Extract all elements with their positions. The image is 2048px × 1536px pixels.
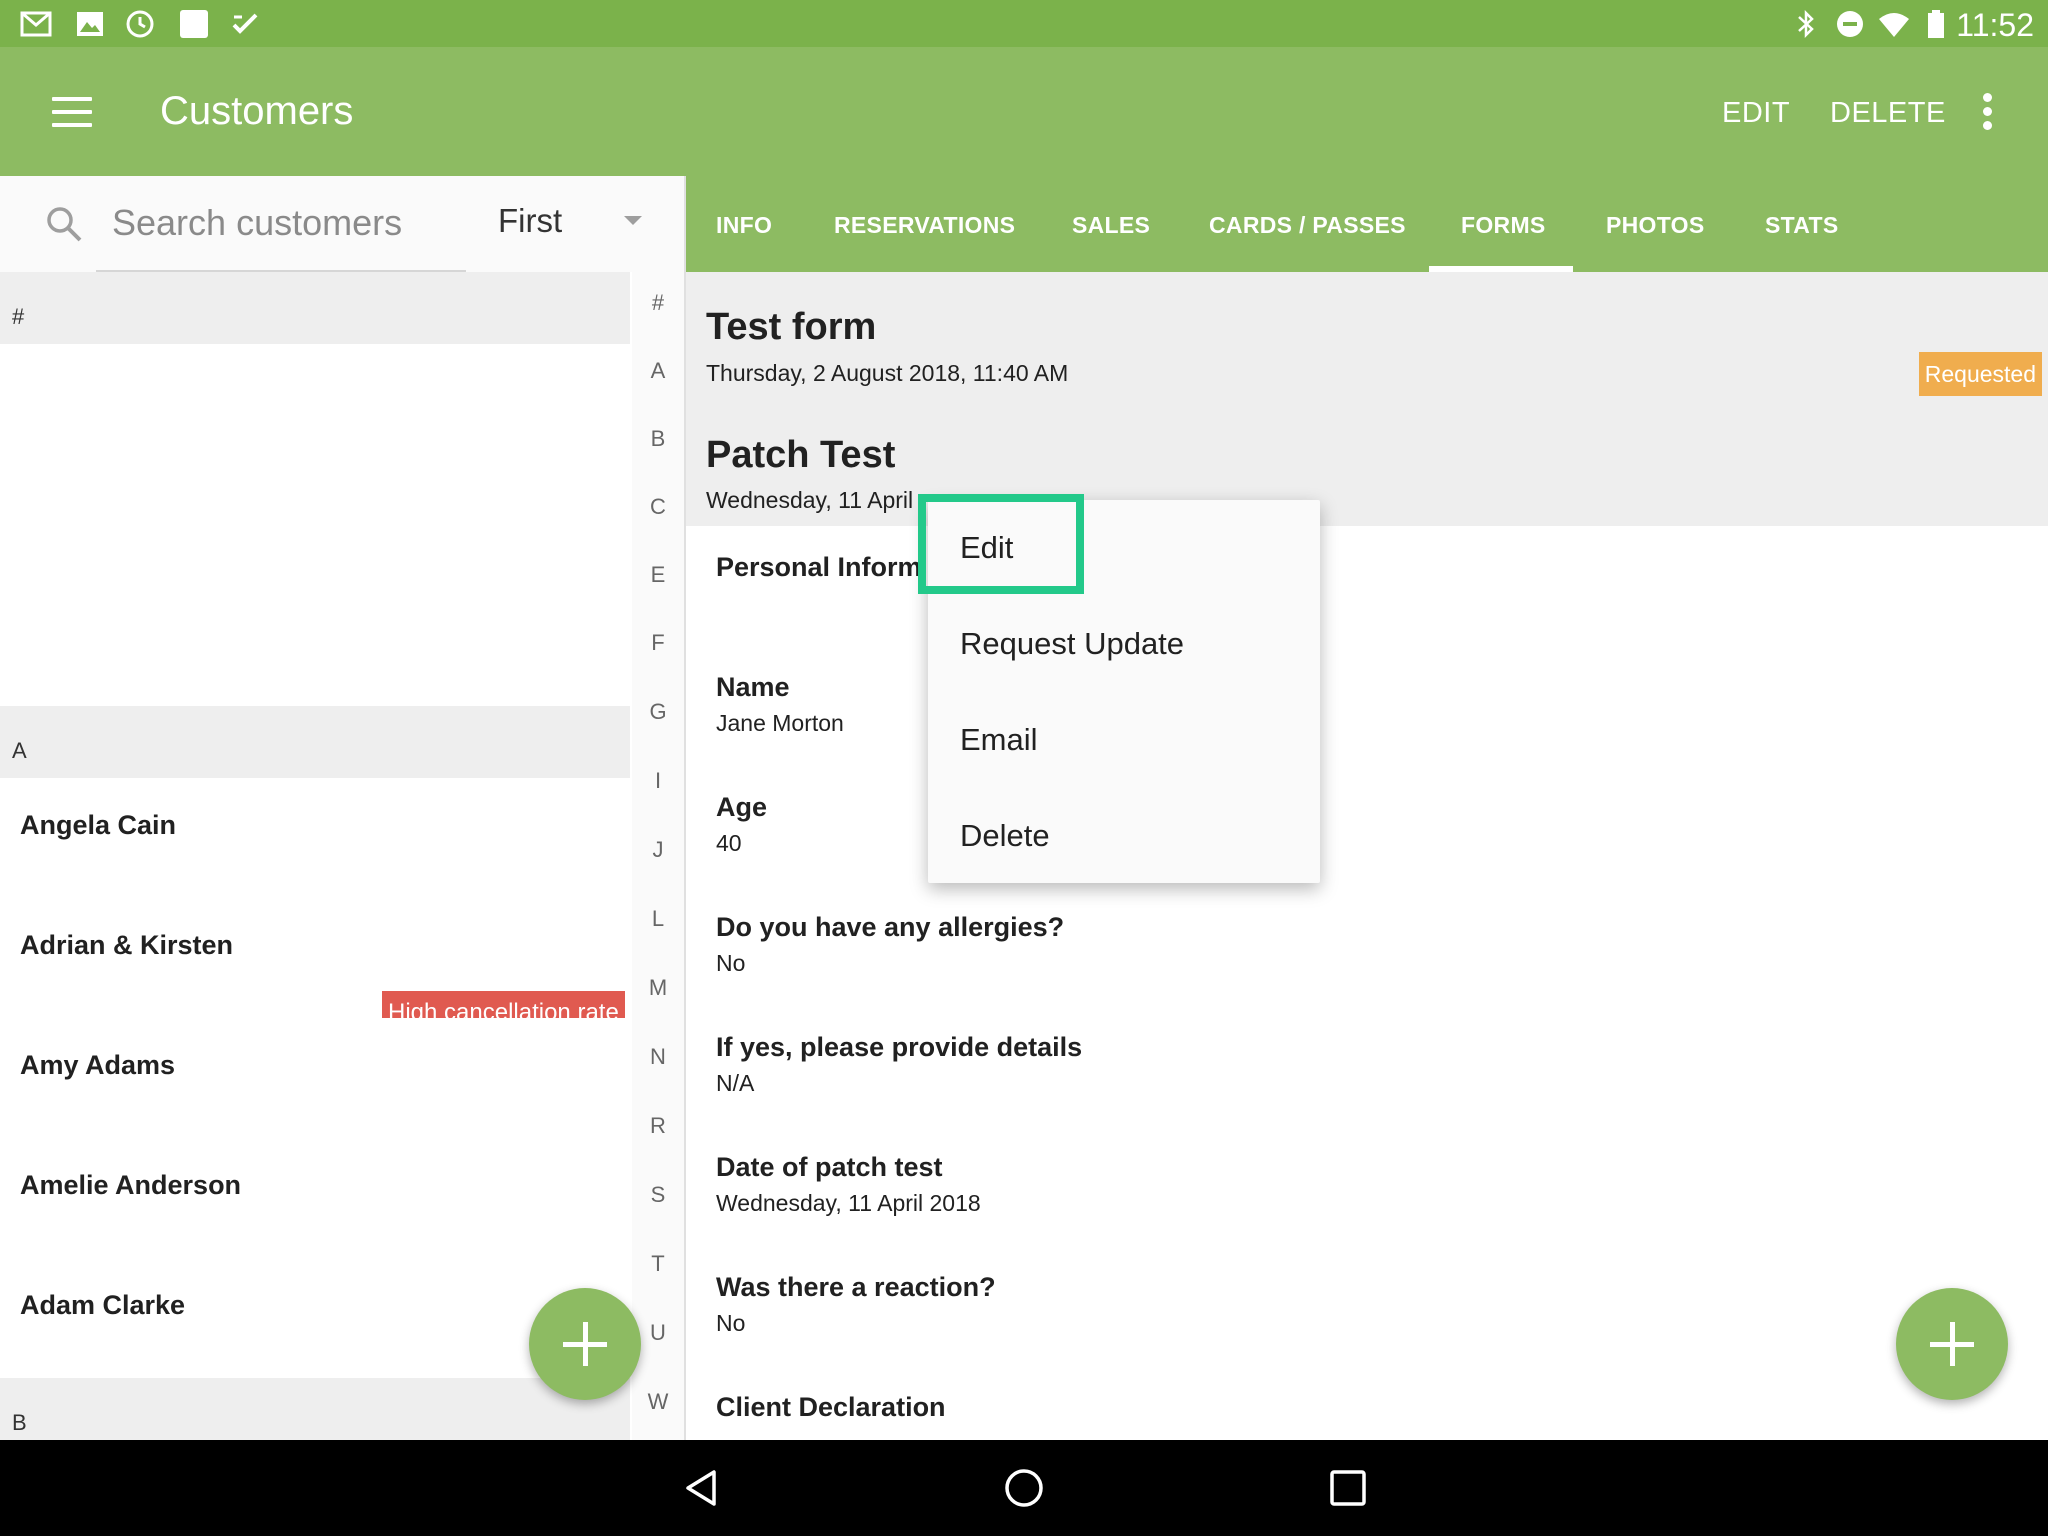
chevron-down-icon [624, 216, 642, 225]
tab-cards-passes[interactable]: CARDS / PASSES [1209, 212, 1406, 239]
alphabet-index[interactable]: # A B C E F G I J L M N R S T U W [632, 272, 684, 1440]
index-letter[interactable]: A [632, 358, 684, 384]
index-letter[interactable]: F [632, 630, 684, 656]
do-not-disturb-icon [1837, 11, 1863, 37]
tab-photos[interactable]: PHOTOS [1606, 212, 1705, 239]
tab-sales[interactable]: SALES [1072, 212, 1150, 239]
clock-icon [126, 10, 154, 38]
overflow-menu-icon[interactable] [1980, 93, 1994, 131]
menu-item-delete[interactable]: Delete [960, 818, 1050, 854]
menu-icon[interactable] [52, 97, 92, 127]
highlight-box [918, 494, 1084, 594]
sort-dropdown[interactable]: First [480, 200, 650, 248]
field-value: No [716, 1310, 746, 1336]
form-title: Patch Test [706, 434, 896, 476]
page-title: Customers [160, 89, 354, 133]
bluetooth-icon [1798, 9, 1814, 39]
add-form-button[interactable] [1896, 1288, 2008, 1400]
field-label: Age [716, 792, 768, 822]
edit-button[interactable]: EDIT [1722, 97, 1790, 130]
back-icon[interactable] [680, 1466, 724, 1510]
list-item[interactable]: Adrian & Kirsten High cancellation rate [0, 898, 630, 1035]
field-value: N/A [716, 1070, 755, 1096]
tab-stats[interactable]: STATS [1765, 212, 1838, 239]
index-letter[interactable]: N [632, 1044, 684, 1070]
gmail-icon [20, 11, 52, 37]
form-details: Personal Inform Name Jane Morton Age 40 … [686, 526, 2048, 1440]
add-customer-button[interactable] [529, 1288, 641, 1400]
index-letter[interactable]: J [632, 837, 684, 863]
navigation-bar [0, 1440, 2048, 1536]
field-label: Date of patch test [716, 1152, 943, 1182]
status-bar: 11:52 [0, 0, 2048, 47]
index-letter[interactable]: I [632, 768, 684, 794]
customer-name: Adam Clarke [20, 1290, 186, 1320]
home-icon[interactable] [1002, 1466, 1046, 1510]
recents-icon[interactable] [1326, 1466, 1370, 1510]
field-value: Jane Morton [716, 710, 844, 736]
list-item[interactable]: Angela Cain [0, 778, 630, 898]
index-letter[interactable]: G [632, 699, 684, 725]
field-value: 40 [716, 830, 742, 856]
field-value: No [716, 950, 746, 976]
search-input[interactable] [96, 176, 466, 272]
index-letter[interactable]: M [632, 975, 684, 1001]
status-clock: 11:52 [1956, 7, 2034, 43]
form-date: Wednesday, 11 April [706, 487, 914, 513]
form-title: Test form [706, 306, 877, 348]
index-letter[interactable]: E [632, 562, 684, 588]
customer-name: Angela Cain [20, 810, 177, 840]
search-icon [47, 207, 82, 242]
field-value: Wednesday, 11 April 2018 [716, 1190, 981, 1216]
sort-dropdown-value: First [498, 202, 563, 239]
section-header: A [0, 706, 630, 778]
tab-forms[interactable]: FORMS [1461, 212, 1546, 239]
wifi-icon [1879, 13, 1909, 37]
field-label: If yes, please provide details [716, 1032, 1083, 1062]
status-badge: Requested [1918, 352, 2042, 396]
index-letter[interactable]: C [632, 494, 684, 520]
customer-list: # A Angela Cain Adrian & Kirsten High ca… [0, 272, 630, 1440]
section-title: Personal Inform [716, 552, 922, 582]
index-letter[interactable]: R [632, 1113, 684, 1139]
field-label: Client Declaration [716, 1392, 946, 1422]
empty-section [0, 344, 630, 706]
section-header: B [0, 1378, 630, 1440]
app-bar: Customers EDIT DELETE [0, 47, 2048, 176]
customer-name: Adrian & Kirsten [20, 930, 234, 960]
battery-icon [1928, 10, 1944, 38]
field-label: Do you have any allergies? [716, 912, 1065, 942]
square-app-icon [180, 10, 208, 38]
index-letter[interactable]: # [632, 290, 684, 316]
list-item[interactable]: Amy Adams [0, 1018, 630, 1138]
index-letter[interactable]: S [632, 1182, 684, 1208]
checklist-icon [232, 13, 258, 34]
section-header: # [0, 272, 630, 344]
index-letter[interactable]: T [632, 1251, 684, 1277]
index-letter[interactable]: B [632, 426, 684, 452]
tab-info[interactable]: INFO [716, 212, 772, 239]
photos-icon [77, 12, 103, 36]
menu-item-email[interactable]: Email [960, 722, 1038, 758]
tab-reservations[interactable]: RESERVATIONS [834, 212, 1015, 239]
field-label: Name [716, 672, 790, 702]
customer-name: Amelie Anderson [20, 1170, 242, 1200]
form-item[interactable]: Patch Test Wednesday, 11 April [686, 399, 2048, 526]
field-label: Was there a reaction? [716, 1272, 996, 1302]
customer-name: Amy Adams [20, 1050, 176, 1080]
form-item[interactable]: Test form Thursday, 2 August 2018, 11:40… [686, 272, 2048, 399]
index-letter[interactable]: W [632, 1389, 684, 1415]
list-item[interactable]: Amelie Anderson [0, 1138, 630, 1258]
menu-item-request-update[interactable]: Request Update [960, 626, 1184, 662]
detail-tabs: INFO RESERVATIONS SALES CARDS / PASSES F… [686, 176, 2048, 272]
delete-button[interactable]: DELETE [1830, 97, 1946, 130]
index-letter[interactable]: L [632, 906, 684, 932]
form-date: Thursday, 2 August 2018, 11:40 AM [706, 360, 1069, 386]
search-bar: First [0, 176, 684, 272]
customer-list-pane: First # A Angela Cain Adrian & Kirsten H… [0, 176, 684, 1440]
